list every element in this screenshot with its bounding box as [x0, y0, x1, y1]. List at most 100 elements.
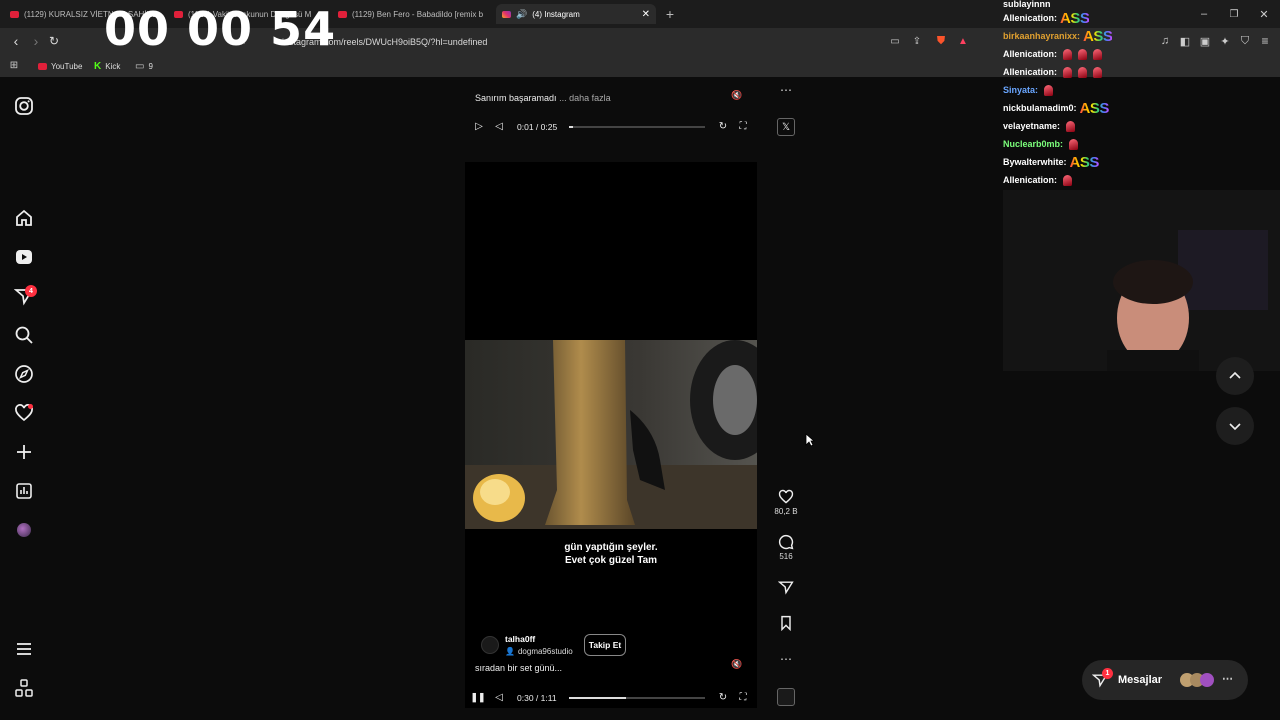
chat-emote-icon [1066, 120, 1076, 132]
chat-username: sublayinnn [1003, 0, 1051, 9]
messages-label: Mesajlar [1118, 674, 1163, 686]
explore-icon[interactable] [14, 364, 34, 384]
reel-caption[interactable]: Sanırım başaramadı ... daha fazla [475, 93, 611, 103]
chat-message: Allenication: [1003, 45, 1280, 63]
youtube-icon [338, 10, 347, 18]
chat-message: Sinyata: [1003, 81, 1280, 99]
youtube-icon [38, 62, 47, 70]
dashboard-icon[interactable] [14, 481, 34, 501]
chat-emote-icon [1069, 138, 1079, 150]
browser-tab[interactable]: (1129) Ben Fero - Babadildo [remix b [332, 4, 492, 24]
bookmark-label: Kick [105, 61, 121, 71]
play-icon[interactable]: ▷ [473, 120, 485, 132]
reload-icon[interactable]: ↻ [46, 33, 62, 49]
create-icon[interactable] [14, 442, 34, 462]
youtube-icon [10, 10, 19, 18]
pause-icon[interactable]: ❚❚ [470, 691, 485, 703]
bookmark-folder[interactable]: ▭ 9 [135, 59, 153, 73]
subtitle-line: Evet çok güzel Tam [564, 555, 658, 566]
previous-reel-button[interactable] [1216, 357, 1254, 395]
like-action[interactable]: 80,2 B [774, 489, 798, 516]
chat-emote-ass: ASS [1060, 9, 1090, 27]
mute-icon[interactable]: 🔇 [731, 658, 743, 670]
bookmark-kick[interactable]: K Kick [94, 59, 120, 73]
back-icon[interactable]: ‹ [8, 33, 24, 49]
chat-message: nickbulamadim0: ASS [1003, 99, 1280, 117]
comment-count: 516 [779, 552, 793, 561]
also-from-meta-icon[interactable] [14, 678, 34, 698]
person-icon: 👤 [505, 647, 515, 656]
more-link[interactable]: ... daha fazla [559, 93, 611, 103]
reel-progress-fill [569, 697, 627, 699]
reels-icon[interactable] [14, 247, 34, 267]
more-options-icon[interactable]: ⋯ [779, 652, 793, 666]
chat-username: nickbulamadim0: [1003, 103, 1077, 113]
stream-timer: 00 00 54 [104, 2, 337, 56]
chat-message: Allenication: [1003, 63, 1280, 81]
reel-video-frame [465, 340, 757, 529]
fullscreen-icon[interactable]: ⛶ [737, 120, 749, 132]
bookmark-youtube[interactable]: YouTube [38, 59, 82, 73]
reel-subtitles: gün yaptığın şeyler. Evet çok güzel Tam [465, 541, 757, 567]
chat-message: velayetname: [1003, 117, 1280, 135]
save-icon[interactable] [778, 615, 794, 631]
mute-icon[interactable]: 🔇 [731, 89, 743, 101]
chat-emote-ass: ASS [1083, 27, 1113, 45]
chat-emote-icon [1044, 84, 1054, 96]
chat-username: Allenication: [1003, 49, 1058, 59]
reel-caption[interactable]: sıradan bir set günü... [475, 663, 562, 673]
address-bar[interactable]: instagram.com/reels/DWUcH9oiB5Q/?hl=unde… [270, 32, 980, 52]
instagram-logo-icon[interactable] [14, 96, 34, 116]
chat-message: birkaanhayranixx: ASS [1003, 27, 1280, 45]
apps-grid-icon[interactable]: ⊞ [8, 59, 20, 71]
author-avatar[interactable] [481, 636, 499, 654]
subtitle-line: gün yaptığın şeyler. [564, 542, 658, 553]
chat-emote-icon [1078, 48, 1088, 60]
mouse-cursor-icon [805, 433, 815, 447]
audio-thumbnail[interactable] [777, 688, 795, 706]
collab-line[interactable]: 👤 dogma96studio [505, 647, 573, 656]
forward-icon[interactable]: › [28, 33, 44, 49]
notification-badge: 4 [25, 285, 37, 297]
profile-avatar[interactable] [17, 523, 31, 537]
more-menu-icon[interactable] [14, 639, 34, 659]
chat-username: velayetname: [1003, 121, 1061, 131]
author-username[interactable]: talha0ff [505, 634, 535, 644]
chat-username: Allenication: [1003, 175, 1058, 185]
bookmark-label: 9 [148, 61, 153, 71]
new-tab-icon[interactable]: + [662, 6, 678, 22]
instagram-sidebar: 4 [0, 80, 48, 720]
instagram-favicon-icon [502, 10, 511, 18]
more-options-icon[interactable]: ⋯ [779, 83, 793, 97]
chat-message: sublayinnn [1003, 0, 1280, 9]
kick-icon: K [94, 60, 102, 72]
messages-button[interactable]: 1 Mesajlar ⋯ [1082, 660, 1248, 700]
reel-time: 0:01 / 0:25 [517, 122, 558, 132]
chat-emote-icon [1093, 66, 1103, 78]
comment-action[interactable]: 516 [774, 534, 798, 561]
stream-chat-overlay: sublayinnn Allenication: ASS birkaanhayrani… [1003, 0, 1280, 190]
volume-icon[interactable]: ◁ [493, 691, 505, 703]
chat-username: Allenication: [1003, 67, 1058, 77]
x-logo-icon[interactable]: 𝕏 [777, 118, 795, 136]
chat-message: Allenication: [1003, 171, 1280, 189]
heart-icon[interactable] [778, 489, 794, 505]
reel-progress-track[interactable] [569, 697, 705, 699]
replay-icon[interactable]: ↻ [717, 120, 729, 132]
notifications-heart-icon[interactable] [14, 403, 34, 423]
home-icon[interactable] [14, 208, 34, 228]
close-tab-icon[interactable]: ✕ [642, 9, 650, 20]
share-icon[interactable] [778, 579, 794, 595]
browser-tab-active[interactable]: 🔊 (4) Instagram ✕ [496, 4, 656, 24]
replay-icon[interactable]: ↻ [717, 691, 729, 703]
chat-emote-ass: ASS [1069, 153, 1100, 171]
search-icon[interactable] [14, 325, 34, 345]
reel-progress-track[interactable] [569, 126, 705, 128]
follow-button[interactable]: Takip Et [584, 634, 626, 656]
volume-icon[interactable]: ◁ [493, 120, 505, 132]
reel-main[interactable]: gün yaptığın şeyler. Evet çok güzel Tam … [465, 162, 757, 708]
fullscreen-icon[interactable]: ⛶ [737, 691, 749, 703]
next-reel-button[interactable] [1216, 407, 1254, 445]
comment-icon[interactable] [778, 534, 794, 550]
reel-time: 0:30 / 1:11 [517, 693, 557, 703]
